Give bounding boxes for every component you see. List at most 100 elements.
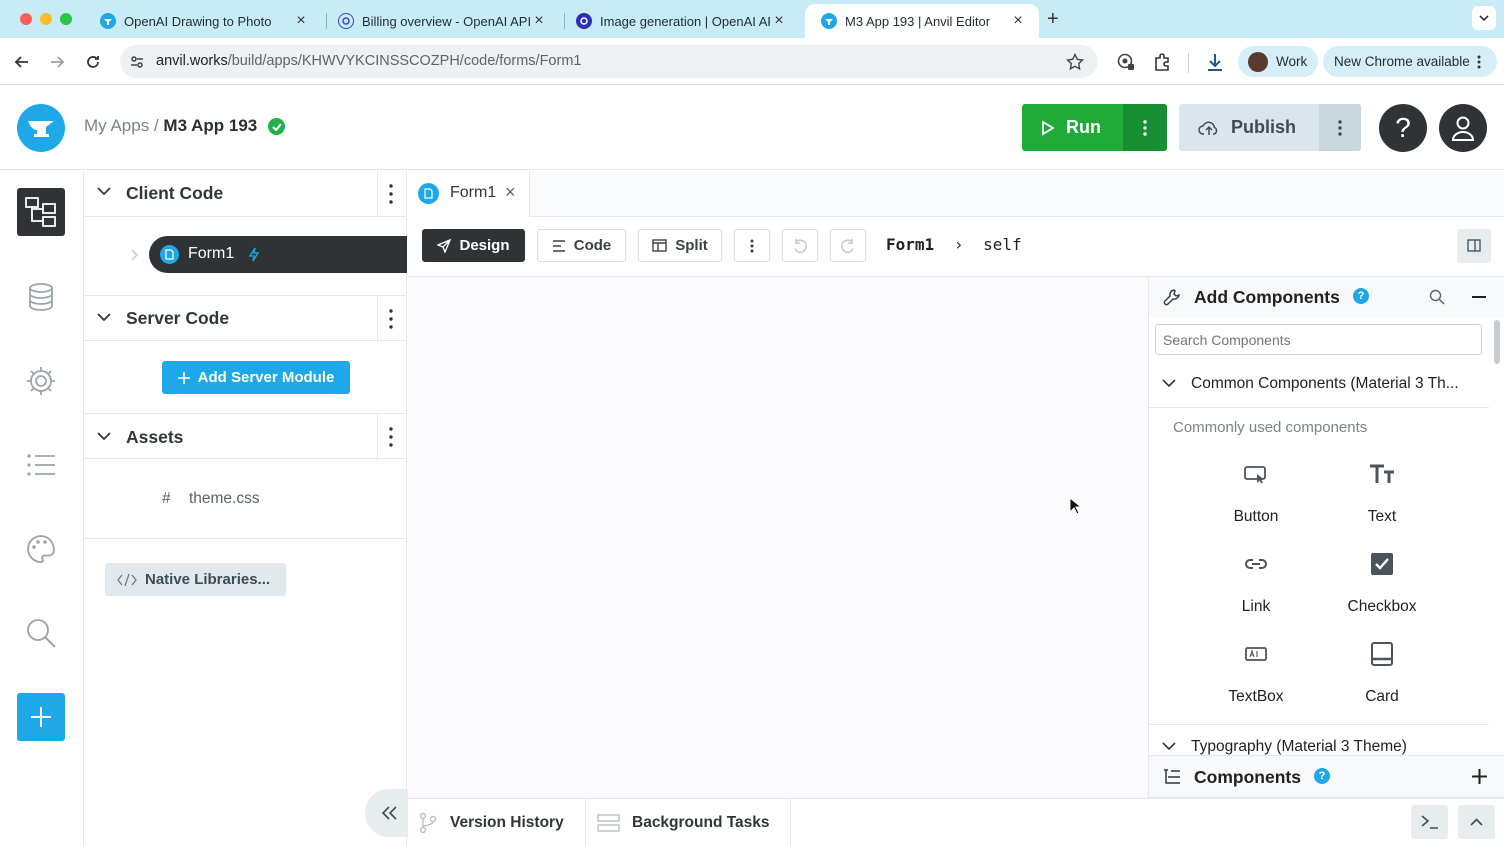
- back-arrow-icon[interactable]: [12, 52, 32, 72]
- kebab-menu-icon[interactable]: [389, 426, 393, 448]
- help-badge-icon[interactable]: ?: [1314, 768, 1330, 784]
- asset-item-theme-css[interactable]: # theme.css: [162, 490, 260, 508]
- new-tab-button[interactable]: +: [1047, 8, 1059, 31]
- profile-label: Work: [1276, 54, 1308, 69]
- component-link[interactable]: Link: [1196, 552, 1316, 616]
- anvil-logo-icon[interactable]: [17, 104, 65, 152]
- component-text[interactable]: Text: [1322, 462, 1442, 526]
- bookmark-star-icon[interactable]: [1066, 53, 1084, 71]
- code-brackets-icon: [117, 573, 137, 586]
- reload-icon[interactable]: [83, 52, 103, 72]
- open-console-button[interactable]: [1411, 805, 1448, 839]
- component-textbox[interactable]: TextBox: [1196, 642, 1316, 706]
- close-tab-icon[interactable]: ×: [1009, 12, 1027, 30]
- scrollbar-thumb[interactable]: [1494, 320, 1500, 364]
- window-close-dot[interactable]: [20, 13, 32, 25]
- redo-button[interactable]: [830, 229, 866, 262]
- path-self[interactable]: self: [983, 235, 1022, 254]
- publish-button[interactable]: Publish: [1179, 104, 1361, 151]
- native-libraries-button[interactable]: Native Libraries...: [105, 563, 286, 596]
- browser-tab-active[interactable]: M3 App 193 | Anvil Editor ×: [805, 4, 1039, 38]
- help-button[interactable]: ?: [1379, 104, 1427, 152]
- search-icon[interactable]: [1429, 289, 1445, 305]
- split-view-button[interactable]: Split: [638, 229, 722, 262]
- database-icon[interactable]: [24, 280, 58, 314]
- button-label: Native Libraries...: [145, 571, 271, 588]
- assets-header[interactable]: Assets: [84, 413, 407, 460]
- minimize-icon[interactable]: [1472, 296, 1486, 298]
- account-button[interactable]: [1439, 104, 1487, 152]
- design-canvas[interactable]: [408, 277, 1148, 798]
- close-tab-icon[interactable]: ×: [530, 12, 548, 30]
- download-icon[interactable]: [1204, 51, 1226, 73]
- form-file-icon: [418, 183, 439, 204]
- publish-options-button[interactable]: [1319, 104, 1361, 151]
- git-branch-icon: [419, 812, 437, 833]
- editor-tab-form1[interactable]: Form1 ×: [408, 171, 530, 217]
- path-form[interactable]: Form1: [886, 235, 934, 254]
- collapse-panel-button[interactable]: [365, 789, 408, 837]
- kebab-menu-icon[interactable]: [389, 183, 393, 205]
- component-card[interactable]: Card: [1322, 642, 1442, 706]
- breadcrumb: My Apps / M3 App 193: [84, 116, 257, 136]
- section-subtitle: Commonly used components: [1173, 419, 1368, 436]
- tab-search-button[interactable]: [1472, 6, 1496, 30]
- undo-button[interactable]: [782, 229, 818, 262]
- site-settings-icon[interactable]: [128, 53, 146, 71]
- close-tab-icon[interactable]: ×: [505, 182, 516, 203]
- add-feature-button[interactable]: [17, 693, 65, 741]
- code-view-button[interactable]: Code: [537, 229, 626, 262]
- divider: [84, 538, 407, 539]
- design-view-button[interactable]: Design: [422, 229, 525, 262]
- component-checkbox[interactable]: Checkbox: [1322, 552, 1442, 616]
- extension-shield-icon[interactable]: [1116, 52, 1136, 72]
- typography-section-header[interactable]: Typography (Material 3 Theme): [1149, 725, 1489, 755]
- search-icon[interactable]: [24, 616, 58, 650]
- window-minimize-dot[interactable]: [40, 13, 52, 25]
- run-options-button[interactable]: [1123, 104, 1167, 151]
- component-button[interactable]: Button: [1196, 462, 1316, 526]
- more-options-button[interactable]: [734, 229, 770, 262]
- avatar: [1248, 51, 1268, 72]
- settings-gear-icon[interactable]: [24, 364, 58, 398]
- add-server-module-button[interactable]: Add Server Module: [162, 361, 350, 394]
- client-code-header[interactable]: Client Code: [84, 171, 407, 217]
- forward-arrow-icon[interactable]: [47, 52, 67, 72]
- browser-tab-1[interactable]: OpenAI Drawing to Photo ×: [84, 4, 322, 38]
- plus-icon[interactable]: [1472, 769, 1487, 784]
- chevron-right-icon[interactable]: [130, 249, 138, 261]
- kebab-menu-icon[interactable]: [389, 308, 393, 330]
- tree-list-icon: [1164, 769, 1180, 784]
- window-zoom-dot[interactable]: [60, 13, 72, 25]
- extensions-puzzle-icon[interactable]: [1152, 52, 1172, 72]
- common-components-section-header[interactable]: Common Components (Material 3 Th...: [1149, 364, 1489, 408]
- version-history-tab[interactable]: Version History: [408, 799, 586, 846]
- chrome-update-button[interactable]: New Chrome available: [1323, 46, 1497, 77]
- background-tasks-tab[interactable]: Background Tasks: [586, 799, 791, 846]
- app-browser-button[interactable]: [17, 188, 65, 236]
- tree-item-form1[interactable]: Form1: [149, 236, 407, 273]
- tab-label: Version History: [450, 813, 564, 831]
- components-tree-header[interactable]: Components ?: [1149, 755, 1504, 798]
- redo-icon: [840, 238, 854, 253]
- browser-tab-3[interactable]: Image generation | OpenAI AP ×: [560, 4, 800, 38]
- wrench-icon: [1163, 289, 1180, 306]
- close-tab-icon[interactable]: ×: [292, 12, 310, 30]
- toggle-properties-button[interactable]: [1457, 229, 1491, 263]
- update-label: New Chrome available: [1334, 54, 1470, 69]
- app-name[interactable]: M3 App 193: [163, 116, 257, 135]
- startup-lightning-icon[interactable]: [249, 247, 259, 262]
- expand-bottom-panel-button[interactable]: [1458, 805, 1495, 839]
- help-badge-icon[interactable]: ?: [1353, 288, 1369, 304]
- server-code-header[interactable]: Server Code: [84, 295, 407, 342]
- close-tab-icon[interactable]: ×: [770, 12, 788, 30]
- theme-palette-icon[interactable]: [24, 532, 58, 566]
- run-button[interactable]: Run: [1022, 104, 1167, 151]
- divider: [377, 414, 378, 460]
- search-components-input[interactable]: [1155, 324, 1482, 355]
- browser-tab-2[interactable]: Billing overview - OpenAI API ×: [322, 4, 560, 38]
- list-icon[interactable]: [24, 448, 58, 482]
- profile-button[interactable]: Work: [1238, 46, 1318, 77]
- link-component-icon: [1245, 559, 1267, 569]
- breadcrumb-my-apps[interactable]: My Apps: [84, 116, 149, 135]
